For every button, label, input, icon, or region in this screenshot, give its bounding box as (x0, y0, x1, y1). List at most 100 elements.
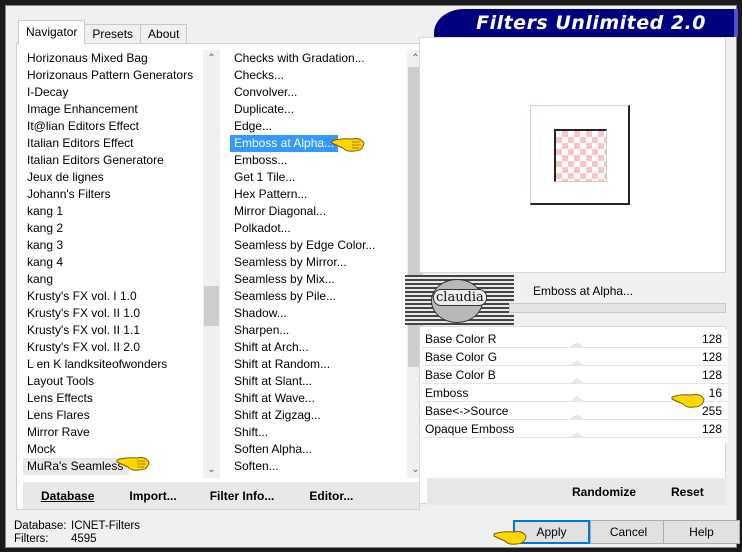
category-scroll-thumb[interactable] (204, 286, 219, 327)
category-item[interactable]: kang 2 (23, 220, 63, 237)
pointing-hand-icon (493, 531, 527, 545)
filter-item[interactable]: Hex Pattern... (230, 186, 307, 203)
title-banner: Filters Unlimited 2.0 (434, 9, 738, 37)
category-item[interactable]: Italian Editors Effect (23, 135, 134, 152)
category-item[interactable]: L en K landksiteofwonders (23, 356, 167, 373)
slider-marker[interactable] (570, 414, 584, 419)
category-item[interactable]: kang 3 (23, 237, 63, 254)
category-item[interactable]: Krusty's FX vol. II 1.0 (23, 305, 140, 322)
category-item[interactable]: Mock (23, 441, 56, 458)
filters-count-value: 4595 (71, 533, 97, 545)
category-item[interactable]: Krusty's FX vol. II 1.1 (23, 322, 140, 339)
filter-item[interactable]: Seamless by Mix... (230, 271, 335, 288)
current-filter-name: Emboss at Alpha... (533, 284, 634, 298)
banner-edge (734, 9, 738, 37)
category-item[interactable]: MuRa's Seamless (23, 458, 130, 475)
navigator-button-bar: Database Import... Filter Info... Editor… (23, 482, 419, 509)
database-button[interactable]: Database (41, 489, 94, 503)
filter-item[interactable]: Shadow... (230, 305, 287, 322)
filter-item[interactable]: Get 1 Tile... (230, 169, 295, 186)
category-item[interactable]: Lens Flares (23, 407, 90, 424)
filter-item[interactable]: Sharpen... (230, 322, 289, 339)
filter-item[interactable]: Soften Alpha... (230, 441, 312, 458)
scroll-down-icon[interactable]: ⌄ (203, 461, 220, 478)
category-item[interactable]: Horizonaus Pattern Generators (23, 67, 193, 84)
category-item[interactable]: Horizonaus Mixed Bag (23, 50, 148, 67)
filter-item[interactable]: Mirror Diagonal... (230, 203, 326, 220)
filter-item[interactable]: Checks... (230, 67, 284, 84)
filter-item[interactable]: Duplicate... (230, 101, 294, 118)
category-item[interactable]: kang 4 (23, 254, 63, 271)
parameter-row[interactable]: Opaque Emboss 128 (422, 420, 728, 438)
tab-about[interactable]: About (140, 24, 188, 44)
filter-info-button[interactable]: Filter Info... (210, 489, 275, 503)
filter-item[interactable]: Soften... (230, 458, 279, 475)
filter-item[interactable]: Shift at Slant... (230, 373, 312, 390)
category-item[interactable]: Krusty's FX vol. II 2.0 (23, 339, 140, 356)
editor-button[interactable]: Editor... (309, 489, 353, 503)
slider-marker[interactable] (570, 360, 584, 365)
category-item[interactable]: It@lian Editors Effect (23, 118, 139, 135)
filter-item[interactable]: Checks with Gradation... (230, 50, 365, 67)
slider-marker[interactable] (570, 378, 584, 383)
filter-progress-bar (509, 303, 726, 313)
parameter-row[interactable]: Base Color G 128 (422, 348, 728, 366)
filter-item[interactable]: Emboss at Alpha... (230, 135, 339, 152)
category-item[interactable]: Layout Tools (23, 373, 94, 390)
filter-item[interactable]: Shift at Zigzag... (230, 407, 321, 424)
tab-bar: Navigator Presets About (18, 20, 188, 44)
parameter-label: Base<->Source (425, 404, 509, 418)
preview-image-frame (530, 105, 630, 205)
category-scrollbar[interactable]: ⌃ ⌄ (203, 50, 220, 478)
category-item[interactable]: I-Decay (23, 84, 68, 101)
parameter-row[interactable]: Base Color R 128 (422, 330, 728, 348)
filter-item[interactable]: Shift... (230, 424, 268, 441)
category-list[interactable]: Horizonaus Mixed Bag Horizonaus Pattern G… (23, 50, 223, 478)
cancel-button[interactable]: Cancel (590, 520, 667, 544)
filter-list[interactable]: Checks with Gradation... Checks... Convolv… (230, 50, 424, 478)
category-item[interactable]: Mirror Rave (23, 424, 90, 441)
parameter-list: Base Color R 128 Base Color G 128 Base Color… (422, 330, 728, 442)
tab-navigator[interactable]: Navigator (18, 20, 86, 44)
slider-marker[interactable] (570, 432, 584, 437)
category-item[interactable]: kang (23, 271, 53, 288)
parameter-label: Opaque Emboss (425, 422, 515, 436)
reset-button[interactable]: Reset (671, 485, 704, 499)
filter-item[interactable]: Shift at Wave... (230, 390, 315, 407)
logo-text: claudia (433, 289, 487, 306)
category-item[interactable]: Krusty's FX vol. I 1.0 (23, 288, 137, 305)
randomize-button[interactable]: Randomize (572, 485, 636, 499)
filter-item[interactable]: Seamless by Mirror... (230, 254, 347, 271)
category-item[interactable]: Image Enhancement (23, 101, 138, 118)
pointing-hand-icon (331, 138, 365, 152)
parameter-value[interactable]: 128 (702, 330, 722, 348)
pointing-hand-icon (116, 457, 150, 471)
filter-item[interactable]: Polkadot... (230, 220, 291, 237)
filter-item[interactable]: Seamless by Pile... (230, 288, 336, 305)
parameter-label: Base Color R (425, 332, 497, 346)
preview-checker-pattern (554, 129, 607, 182)
filter-item[interactable]: Seamless by Edge Color... (230, 237, 375, 254)
parameter-value[interactable]: 128 (702, 366, 722, 384)
help-button[interactable]: Help (663, 520, 740, 544)
category-item[interactable]: kang 1 (23, 203, 63, 220)
filter-item[interactable]: Convolver... (230, 84, 297, 101)
preview-area (419, 37, 726, 273)
slider-marker[interactable] (570, 396, 584, 401)
parameter-row[interactable]: Base Color B 128 (422, 366, 728, 384)
filter-item[interactable]: Shift at Random... (230, 356, 330, 373)
filter-item[interactable]: Edge... (230, 118, 272, 135)
filter-item[interactable]: Emboss... (230, 152, 287, 169)
tab-presets[interactable]: Presets (84, 24, 142, 44)
category-item[interactable]: Italian Editors Generatore (23, 152, 164, 169)
import-button[interactable]: Import... (129, 489, 176, 503)
category-item[interactable]: Lens Effects (23, 390, 93, 407)
parameter-value[interactable]: 128 (702, 420, 722, 438)
parameter-value[interactable]: 128 (702, 348, 722, 366)
filter-item[interactable]: Shift at Arch... (230, 339, 309, 356)
category-item[interactable]: Jeux de lignes (23, 169, 104, 186)
category-item[interactable]: Johann's Filters (23, 186, 111, 203)
scroll-up-icon[interactable]: ⌃ (203, 50, 220, 67)
parameter-value[interactable]: 16 (709, 384, 722, 402)
slider-marker[interactable] (570, 342, 584, 347)
